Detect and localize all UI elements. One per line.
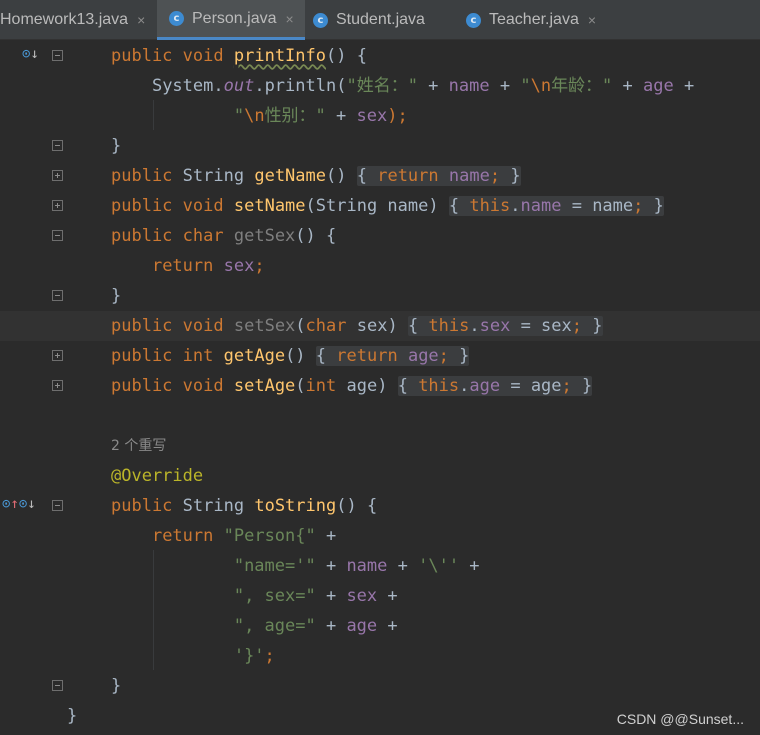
implements-icon[interactable]: ⊙ ↓ xyxy=(22,46,39,62)
close-icon[interactable]: × xyxy=(588,12,596,28)
expand-marker[interactable] xyxy=(52,200,63,211)
tab-label: Person.java xyxy=(192,9,277,27)
fold-marker[interactable] xyxy=(52,500,63,511)
tab-student[interactable]: c Student.java xyxy=(305,0,463,40)
fold-marker[interactable] xyxy=(52,290,63,301)
folded-region[interactable]: { return name; } xyxy=(356,166,521,186)
code-line-current: public void setSex(char sex) { this.sex … xyxy=(0,311,760,341)
class-icon: c xyxy=(313,12,328,28)
watermark: CSDN @@Sunset... xyxy=(616,711,744,727)
fold-marker[interactable] xyxy=(52,230,63,241)
tab-label: Student.java xyxy=(336,11,425,28)
tab-label: Homework13.java xyxy=(0,11,129,28)
tab-teacher[interactable]: c Teacher.java × xyxy=(458,0,616,40)
tab-homework13[interactable]: Homework13.java × xyxy=(0,0,156,40)
expand-marker[interactable] xyxy=(52,380,63,391)
class-icon: c xyxy=(169,11,184,26)
tab-label: Teacher.java xyxy=(489,11,579,28)
fold-marker[interactable] xyxy=(52,140,63,151)
code-editor[interactable]: ⊙ ↓ ⊙ ↑ ⊙ ↓ public void printInfo() { System… xyxy=(0,40,760,735)
folded-region[interactable]: { this.age = age; } xyxy=(397,376,593,396)
close-icon[interactable]: × xyxy=(137,12,145,28)
overrides-icon[interactable]: ⊙ ↑ ⊙ ↓ xyxy=(2,496,36,512)
fold-marker[interactable] xyxy=(52,50,63,61)
folded-region[interactable]: { this.sex = sex; } xyxy=(407,316,603,336)
fold-marker[interactable] xyxy=(52,680,63,691)
tab-person[interactable]: c Person.java × xyxy=(157,0,305,40)
editor-tab-bar: Homework13.java × c Person.java × c Stud… xyxy=(0,0,760,40)
folded-region[interactable]: { this.name = name; } xyxy=(448,196,664,216)
close-icon[interactable]: × xyxy=(286,11,294,27)
folded-region[interactable]: { return age; } xyxy=(315,346,470,366)
class-icon: c xyxy=(466,12,481,28)
expand-marker[interactable] xyxy=(52,350,63,361)
expand-marker[interactable] xyxy=(52,170,63,181)
